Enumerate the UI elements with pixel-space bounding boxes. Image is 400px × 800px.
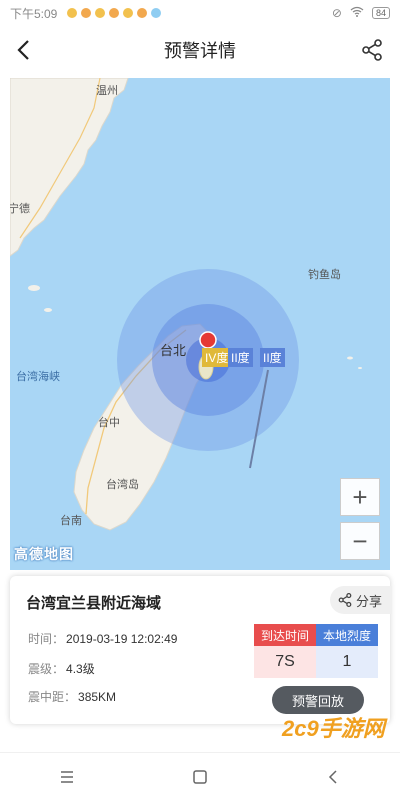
intensity-label-ii: II度 bbox=[260, 348, 285, 367]
svg-text:2c9手游网: 2c9手游网 bbox=[281, 716, 388, 741]
share-pill-button[interactable]: 分享 bbox=[329, 586, 392, 614]
share-icon bbox=[362, 39, 382, 61]
map-label-tainan: 台南 bbox=[60, 515, 82, 527]
arrival-time-value: 7S bbox=[254, 646, 316, 678]
share-button[interactable] bbox=[358, 36, 386, 64]
system-nav-bar bbox=[0, 752, 400, 800]
magnitude-label: 震级： bbox=[28, 662, 65, 676]
arrival-intensity-table: 到达时间 本地烈度 7S 1 bbox=[254, 624, 378, 678]
map-label-ningde: 宁德 bbox=[10, 203, 30, 215]
app-header: 预警详情 bbox=[0, 26, 400, 74]
arrival-time-header: 到达时间 bbox=[254, 624, 316, 646]
signal-off-icon: ⊘ bbox=[331, 6, 342, 20]
map-label-taichung: 台中 bbox=[98, 417, 120, 429]
map-label-taiwan-island: 台湾岛 bbox=[106, 479, 139, 491]
time-label: 时间： bbox=[28, 632, 65, 646]
menu-nav-button[interactable] bbox=[47, 757, 87, 797]
back-nav-button[interactable] bbox=[313, 757, 353, 797]
notification-icon bbox=[109, 8, 120, 18]
chevron-left-icon bbox=[329, 769, 337, 784]
notification-icon bbox=[137, 8, 148, 18]
distance-label: 震中距： bbox=[28, 690, 77, 704]
earthquake-map[interactable]: 温州 宁德 钓鱼岛 台北 台湾海峡 台中 台湾岛 台南 IV度 II度 II度 … bbox=[10, 78, 390, 570]
notification-icon bbox=[95, 8, 106, 18]
replay-button[interactable]: 预警回放 bbox=[272, 686, 364, 714]
share-icon bbox=[338, 593, 352, 607]
zoom-out-button[interactable]: − bbox=[340, 522, 380, 560]
time-row: 时间： 2019-03-19 12:02:49 bbox=[28, 630, 177, 647]
notification-icon bbox=[123, 8, 134, 18]
map-label-diaoyudao: 钓鱼岛 bbox=[308, 269, 341, 281]
magnitude-row: 震级： 4.3级 bbox=[28, 660, 95, 677]
battery-icon: 84 bbox=[371, 7, 390, 19]
local-intensity-header: 本地烈度 bbox=[316, 624, 378, 646]
intensity-label-iii: II度 bbox=[228, 348, 253, 367]
earthquake-info-card: 台湾宜兰县附近海域 分享 时间： 2019-03-19 12:02:49 震级： 4… bbox=[10, 576, 392, 724]
page-title: 预警详情 bbox=[164, 41, 236, 61]
watermark-logo: 2c9手游网 bbox=[281, 716, 388, 741]
status-time: 下午5:09 bbox=[10, 6, 58, 21]
wifi-icon bbox=[350, 6, 364, 20]
magnitude-value: 4.3级 bbox=[66, 662, 95, 676]
share-label: 分享 bbox=[355, 593, 382, 609]
back-button[interactable] bbox=[8, 35, 38, 65]
time-value: 2019-03-19 12:02:49 bbox=[66, 632, 178, 646]
notification-icon bbox=[81, 8, 92, 18]
map-label-taiwan-strait: 台湾海峡 bbox=[16, 371, 60, 383]
home-nav-button[interactable] bbox=[180, 757, 220, 797]
intensity-label-iv: IV度 bbox=[202, 348, 232, 367]
event-title: 台湾宜兰县附近海域 bbox=[26, 595, 162, 612]
amap-logo: 高德地图 bbox=[14, 546, 74, 562]
map-base bbox=[10, 78, 362, 531]
map-label-taipei: 台北 bbox=[160, 343, 187, 358]
home-square-icon bbox=[193, 769, 207, 784]
notification-icon bbox=[67, 8, 78, 18]
distance-row: 震中距： 385KM bbox=[28, 688, 116, 705]
map-label-wenzhou: 温州 bbox=[96, 85, 118, 97]
local-intensity-value: 1 bbox=[316, 646, 378, 678]
zoom-in-button[interactable]: + bbox=[340, 478, 380, 516]
notification-icon bbox=[151, 8, 162, 18]
chevron-left-icon bbox=[17, 40, 29, 60]
distance-value: 385KM bbox=[78, 690, 117, 704]
menu-icon bbox=[60, 770, 73, 783]
status-bar: 下午5:09 ⊘ 84 bbox=[0, 0, 400, 26]
notification-icons bbox=[67, 8, 162, 18]
